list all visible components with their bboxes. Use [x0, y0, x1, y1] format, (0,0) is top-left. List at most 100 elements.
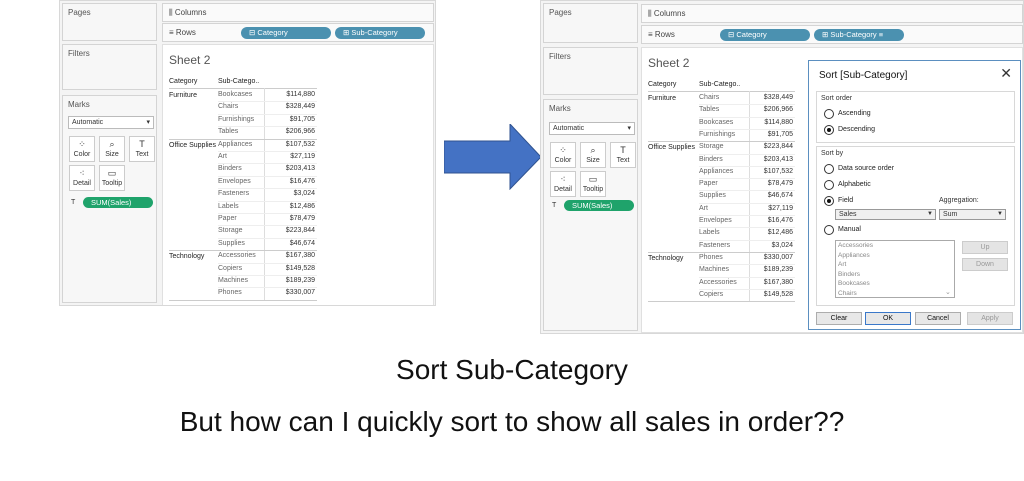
field-select[interactable]: Sales ▼	[835, 209, 936, 220]
alphabetic-radio[interactable]: Alphabetic	[824, 180, 871, 190]
filters-panel[interactable]: Filters	[543, 47, 638, 95]
category-pill[interactable]: ⊟ Category	[720, 29, 810, 41]
manual-sort-list[interactable]: Accessories Appliances Art Binders Bookc…	[835, 240, 955, 298]
tooltip-icon: ▭	[107, 168, 117, 178]
manual-radio[interactable]: Manual	[824, 225, 861, 235]
sub-category-pill[interactable]: ⊞ Sub-Category ≡	[814, 29, 904, 41]
color-button[interactable]: ⁘ Color	[550, 142, 576, 168]
columns-label: ⫼ Columns	[648, 9, 686, 18]
rows-text: Rows	[654, 30, 675, 39]
descending-radio[interactable]: Descending	[824, 125, 875, 135]
tooltip-label: Tooltip	[101, 180, 123, 187]
sales-value-cell: $12,486	[289, 202, 315, 210]
size-button[interactable]: ⌕ Size	[99, 136, 125, 162]
sub-category-cell: Art	[218, 153, 227, 160]
sales-value-cell: $114,880	[764, 118, 793, 126]
sales-value-cell: $149,528	[763, 290, 793, 298]
field-label: Field	[838, 197, 854, 204]
list-item[interactable]: Binders	[836, 270, 954, 280]
columns-shelf[interactable]: ⫼ Columns	[162, 3, 434, 22]
chevron-down-icon: ⌄	[945, 289, 951, 296]
columns-text: Columns	[653, 9, 686, 18]
chevron-down-icon: ▼	[927, 211, 933, 217]
filters-title: Filters	[68, 49, 90, 58]
tooltip-button[interactable]: ▭ Tooltip	[99, 165, 125, 191]
detail-icon: ⁖	[79, 168, 85, 178]
list-item[interactable]: Accessories	[836, 241, 954, 251]
sub-category-cell: Phones	[699, 253, 723, 261]
rows-shelf[interactable]: ≡ Rows ⊟ Category ⊞ Sub-Category ≡	[641, 25, 1023, 44]
sales-value-cell: $3,024	[771, 241, 793, 249]
sub-category-cell: Fasteners	[218, 190, 250, 198]
header-divider	[648, 91, 795, 92]
color-button[interactable]: ⁘ Color	[69, 136, 95, 162]
caption-line-2: But how can I quickly sort to show all s…	[179, 406, 845, 437]
group-divider	[648, 301, 795, 303]
color-icon: ⁘	[78, 139, 86, 149]
rows-label: ≡ Rows	[169, 28, 196, 37]
list-item[interactable]: Bookcases	[836, 279, 954, 289]
sales-value-cell: $46,674	[289, 239, 315, 247]
sub-category-cell: Binders	[218, 165, 242, 173]
tooltip-button[interactable]: ▭ Tooltip	[580, 171, 606, 197]
columns-shelf[interactable]: ⫼ Columns	[641, 4, 1023, 23]
caption-line-1: Sort Sub-Category	[396, 354, 628, 385]
text-mark-icon: T	[552, 202, 557, 209]
up-button[interactable]: Up	[962, 241, 1008, 254]
text-button[interactable]: T Text	[610, 142, 636, 168]
size-button[interactable]: ⌕ Size	[580, 142, 606, 168]
sub-category-pill[interactable]: ⊞ Sub-Category	[335, 27, 425, 39]
manual-label: Manual	[838, 226, 861, 233]
field-radio[interactable]: Field	[824, 196, 853, 206]
sales-value-cell: $114,880	[286, 91, 315, 98]
sub-category-cell: Appliances	[699, 167, 734, 175]
detail-icon: ⁖	[560, 174, 566, 184]
before-screenshot: Pages Filters Marks Automatic ▾ ⁘ Color ⌕…	[59, 0, 436, 306]
list-item[interactable]: Appliances	[836, 251, 954, 261]
sales-value-cell: $91,705	[767, 130, 793, 138]
sub-category-cell: Bookcases	[218, 91, 253, 98]
sub-category-cell: Chairs	[699, 94, 720, 101]
close-icon[interactable]: ✕	[1000, 65, 1012, 82]
sub-category-pill-label: Sub-Category	[351, 28, 398, 37]
apply-button[interactable]: Apply	[967, 312, 1013, 325]
down-button[interactable]: Down	[962, 258, 1008, 271]
detail-button[interactable]: ⁖ Detail	[550, 171, 576, 197]
text-button[interactable]: T Text	[129, 136, 155, 162]
size-icon: ⌕	[109, 139, 115, 149]
marks-panel: Marks Automatic ▾ ⁘ Color ⌕ Size T Text ⁖ De…	[62, 95, 157, 303]
sub-category-cell: Tables	[699, 106, 720, 114]
detail-button[interactable]: ⁖ Detail	[69, 165, 95, 191]
sub-category-pill-label: Sub-Category	[830, 30, 877, 39]
ok-button[interactable]: OK	[865, 312, 911, 325]
sales-value-cell: $189,239	[285, 277, 315, 284]
sum-sales-pill[interactable]: SUM(Sales)	[83, 197, 153, 208]
columns-label: ⫼ Columns	[169, 8, 207, 17]
alphabetic-label: Alphabetic	[838, 181, 871, 188]
list-item[interactable]: Chairs	[836, 289, 954, 298]
sum-sales-pill[interactable]: SUM(Sales)	[564, 200, 634, 211]
filters-panel[interactable]: Filters	[62, 44, 157, 90]
sales-value-cell: $167,380	[285, 252, 315, 260]
ascending-radio[interactable]: Ascending	[824, 109, 871, 119]
sub-category-cell: Copiers	[699, 290, 724, 298]
cancel-button[interactable]: Cancel	[915, 312, 961, 325]
aggregation-select[interactable]: Sum ▼	[939, 209, 1006, 220]
mark-type-dropdown[interactable]: Automatic ▾	[549, 122, 635, 135]
clear-button[interactable]: Clear	[816, 312, 862, 325]
mark-type-dropdown[interactable]: Automatic ▾	[68, 116, 154, 129]
list-item[interactable]: Art	[836, 260, 954, 270]
sales-value-cell: $328,449	[285, 103, 315, 111]
sub-category-cell: Envelopes	[699, 217, 732, 224]
rows-shelf[interactable]: ≡ Rows ⊟ Category ⊞ Sub-Category	[162, 23, 434, 42]
sales-value-cell: $107,532	[285, 140, 315, 148]
category-pill-label: Category	[736, 30, 767, 39]
pages-panel: Pages	[62, 3, 157, 41]
detail-label: Detail	[554, 186, 572, 193]
descending-label: Descending	[838, 126, 875, 133]
chevron-down-icon: ▾	[146, 119, 150, 126]
data-source-order-radio[interactable]: Data source order	[824, 164, 894, 174]
category-pill[interactable]: ⊟ Category	[241, 27, 331, 39]
sub-category-header: Sub-Catego..	[218, 78, 260, 85]
sales-value-cell: $330,007	[285, 289, 315, 297]
